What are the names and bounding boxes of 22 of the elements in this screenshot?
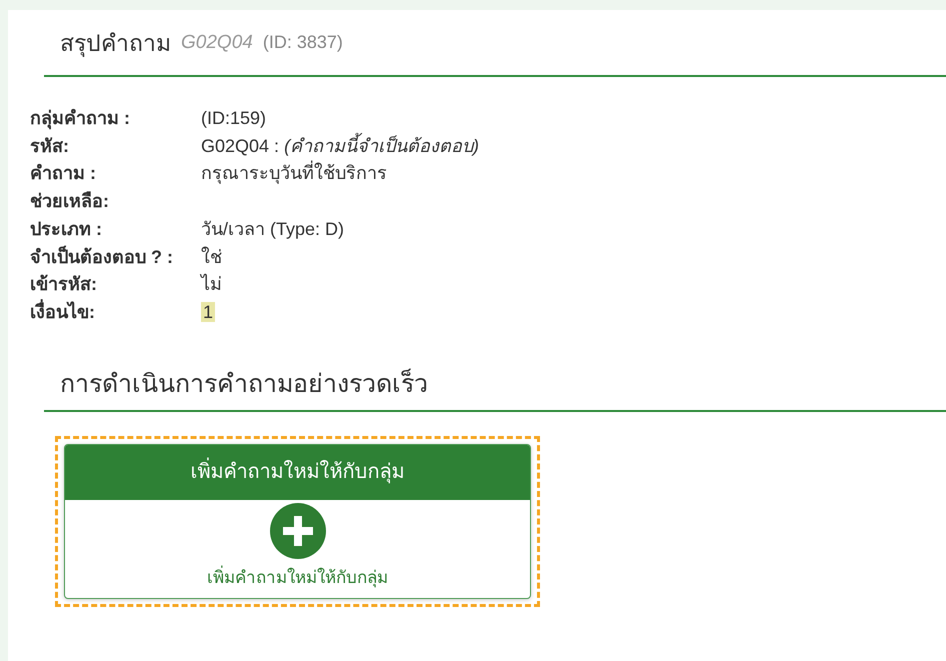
add-icon [270,502,326,559]
card-caption: เพิ่มคำถามใหม่ให้กับกลุ่ม [207,564,388,590]
field-label: รหัส: [30,134,70,158]
page-title: สรุปคำถาม [60,28,171,59]
field-label: เงื่อนไข: [30,298,201,327]
field-label: ช่วยเหลือ: [30,190,110,214]
field-value: ใช่ [201,246,222,267]
field-value: วัน/เวลา (Type: D) [201,218,344,239]
field-label: ประเภท : [30,218,103,241]
field-value: (ID:159) [201,108,266,128]
field-label: คำถาม : [30,162,97,186]
condition-badge: 1 [201,302,216,322]
add-question-card[interactable]: เพิ่มคำถามใหม่ให้กับกลุ่ม เพิ่มคำถามใหม่ให้กับกลุ่ม [64,444,531,599]
field-value: กรุณาระบุวันที่ใช้บริการ [201,163,387,184]
field-label: เข้ารหัส: [30,273,98,296]
field-value: ไม่ [201,274,222,294]
card-header: เพิ่มคำถามใหม่ให้กับกลุ่ม [65,444,530,500]
question-code: G02Q04 [181,32,253,54]
field-label: กลุ่มคำถาม : [30,107,131,132]
section-title: การดำเนินการคำถามอย่างรวดเร็ว [60,368,428,400]
question-id: (ID: 3837) [262,32,343,53]
field-label: จำเป็นต้องตอบ ? : [30,244,174,269]
